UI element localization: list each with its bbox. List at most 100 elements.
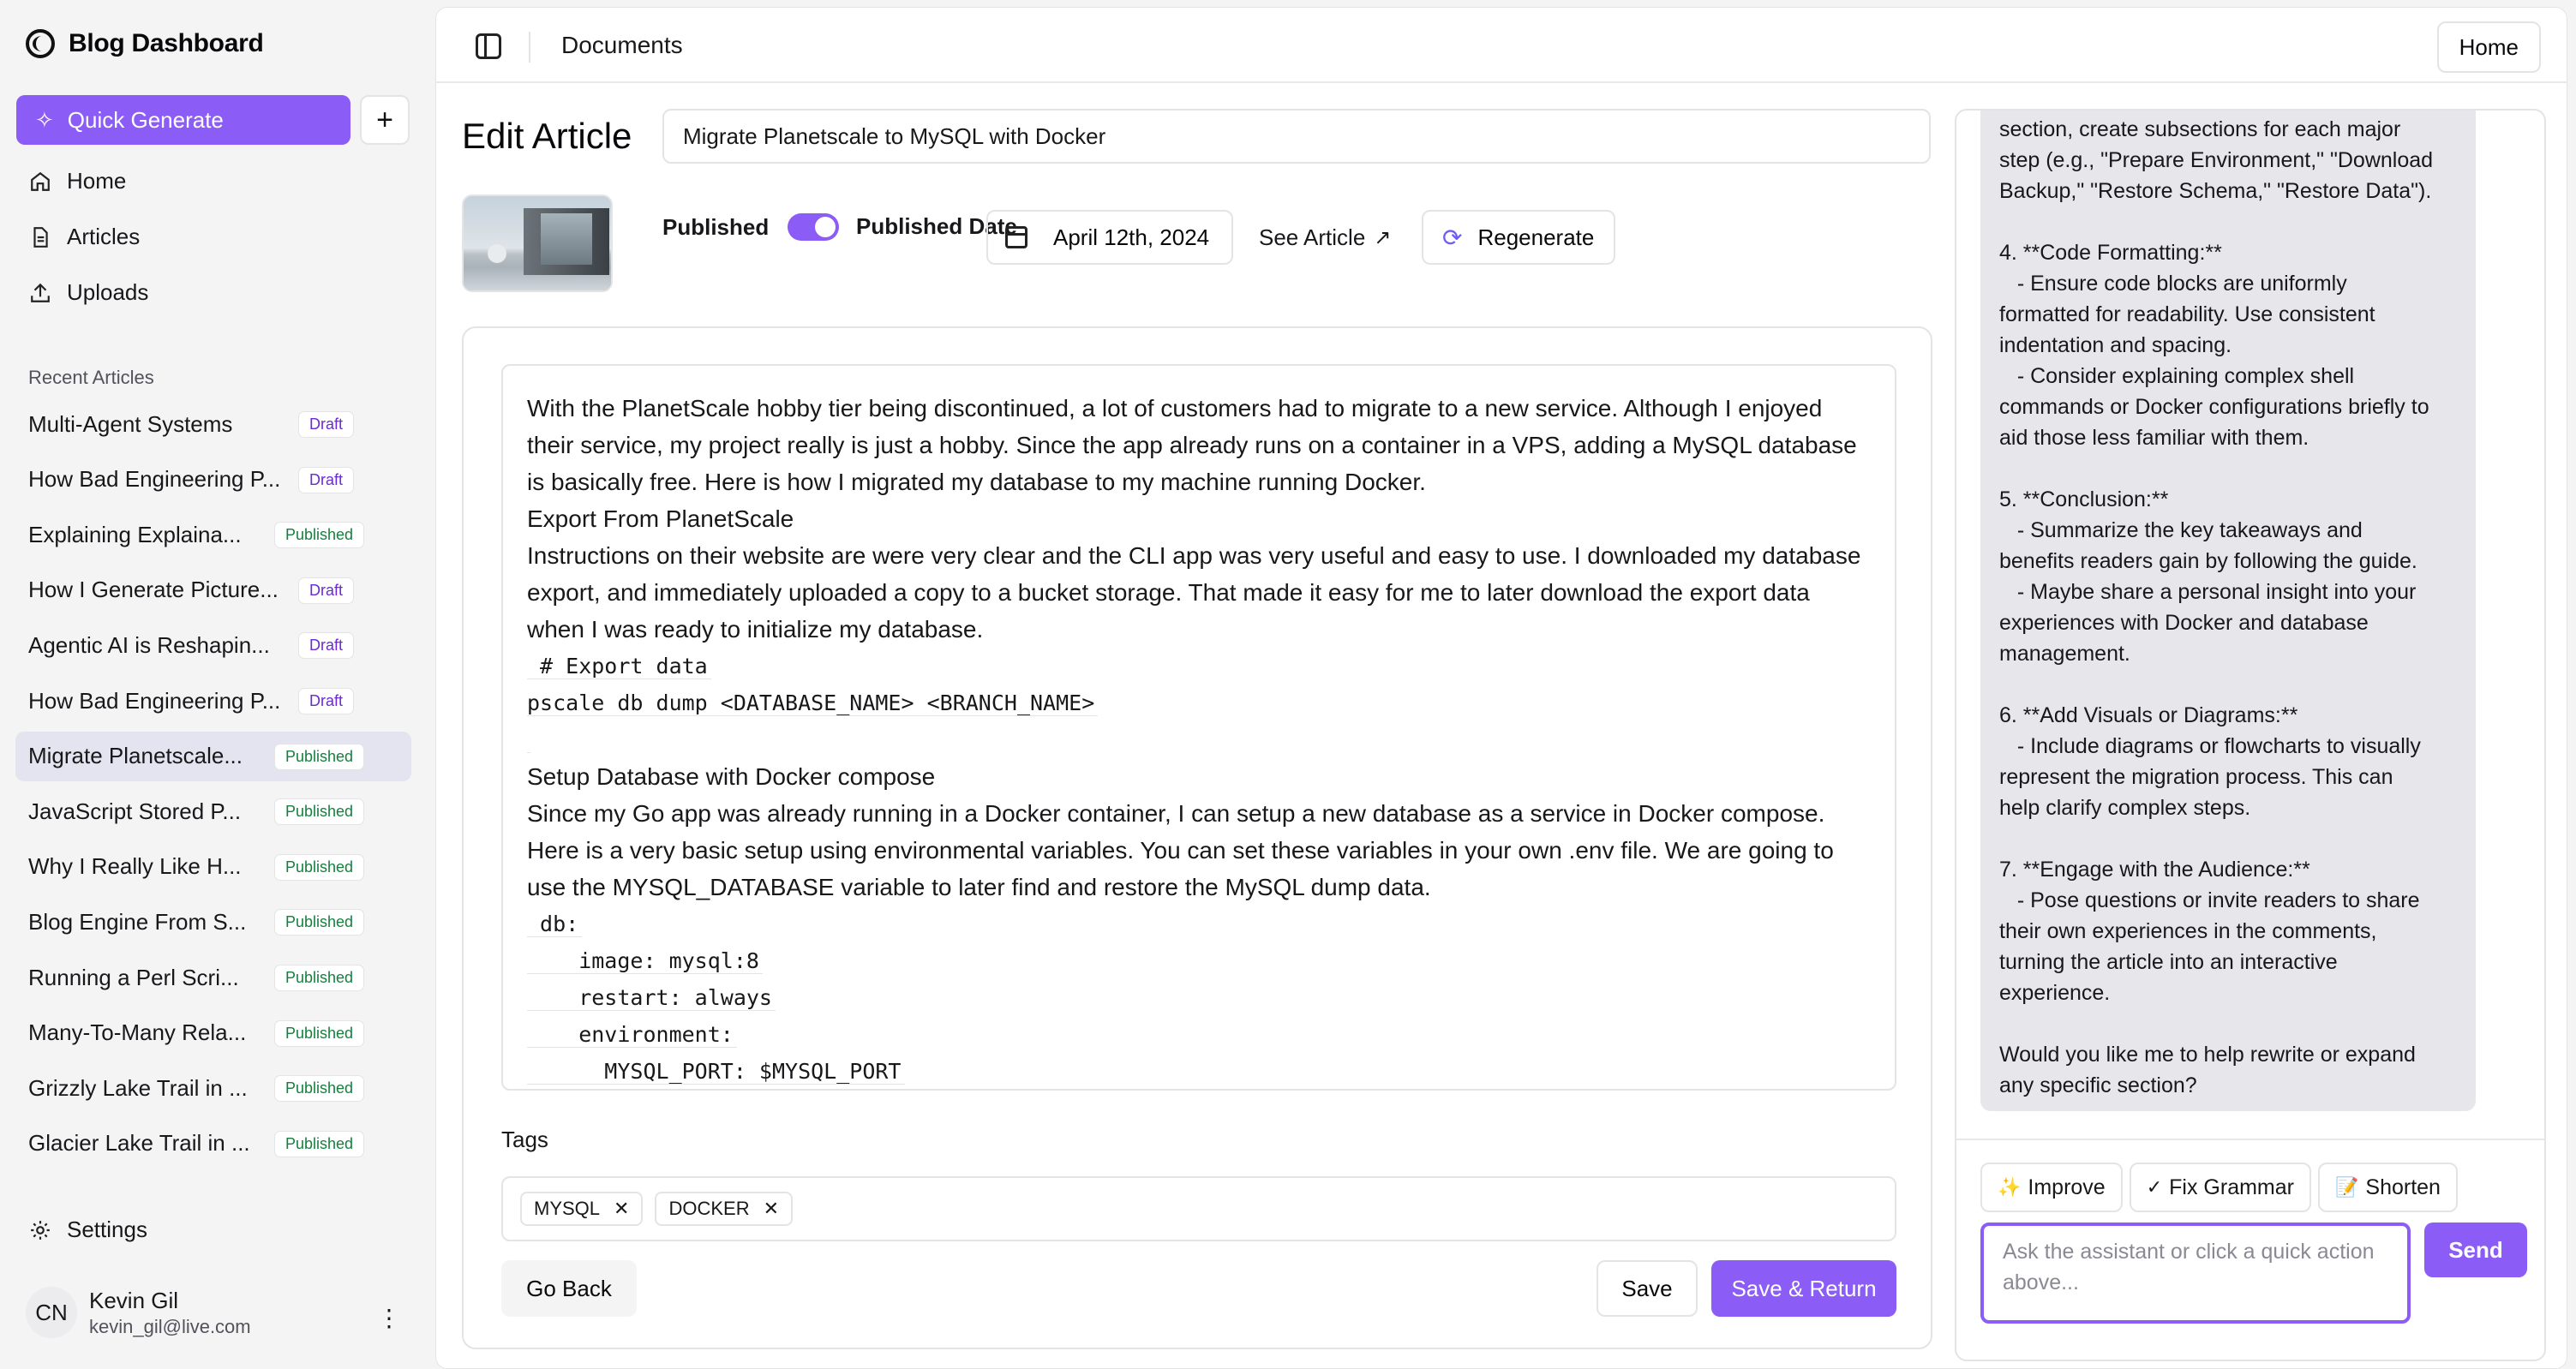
more-options-icon[interactable]: ⋮ xyxy=(377,1304,401,1332)
article-title-input[interactable]: Migrate Planetscale to MySQL with Docker xyxy=(662,109,1931,164)
remove-tag-icon[interactable]: ✕ xyxy=(764,1198,779,1220)
code-text: # Export data xyxy=(527,654,711,679)
sidebar-item-label: Articles xyxy=(67,224,141,249)
save-and-return-button[interactable]: Save & Return xyxy=(1711,1260,1896,1317)
regenerate-button[interactable]: ⟳ Regenerate xyxy=(1422,210,1615,265)
status-badge: Published xyxy=(274,1075,365,1103)
shorten-button[interactable]: 📝 Shorten xyxy=(2317,1163,2458,1212)
tag-chip: DOCKER ✕ xyxy=(655,1192,794,1226)
page-title: Documents xyxy=(561,32,683,58)
sidebar-article-item[interactable]: Migrate Planetscale... Published xyxy=(15,731,411,781)
date-picker-button[interactable]: April 12th, 2024 xyxy=(986,210,1233,265)
article-title: Multi-Agent Systems xyxy=(28,410,233,437)
gear-icon xyxy=(27,1217,53,1243)
assistant-input[interactable]: Ask the assistant or click a quick actio… xyxy=(1980,1223,2411,1324)
article-title: Blog Engine From S... xyxy=(28,908,247,935)
sidebar-article-item[interactable]: Why I Really Like H... Published xyxy=(15,842,411,892)
recent-articles-heading: Recent Articles xyxy=(28,367,154,388)
sidebar-article-item[interactable]: Grizzly Lake Trail in ... Published xyxy=(15,1063,411,1113)
sidebar: Blog Dashboard ✧ Quick Generate + Home A… xyxy=(0,0,435,1369)
quick-generate-label: Quick Generate xyxy=(67,106,224,133)
user-profile[interactable]: CN Kevin Gil kevin_gil@live.com xyxy=(26,1287,251,1338)
article-title: Grizzly Lake Trail in ... xyxy=(28,1074,248,1101)
code-text: image: mysql:8 xyxy=(527,948,763,974)
published-toggle[interactable] xyxy=(788,213,840,241)
assistant-panel: section, create subsections for each maj… xyxy=(1955,109,2546,1361)
code-line: MYSQL_PORT: $MYSQL_PORT xyxy=(527,1053,1871,1089)
go-back-button[interactable]: Go Back xyxy=(501,1260,637,1317)
code-line xyxy=(527,721,1871,758)
article-title: Migrate Planetscale... xyxy=(28,743,243,769)
paragraph: With the PlanetScale hobby tier being di… xyxy=(527,395,1857,495)
status-badge: Published xyxy=(274,965,365,991)
file-icon xyxy=(27,224,53,250)
article-title: Running a Perl Scri... xyxy=(28,964,239,990)
code-line: restart: always xyxy=(527,979,1871,1016)
improve-button[interactable]: ✨ Improve xyxy=(1980,1163,2123,1212)
code-line: environment: xyxy=(527,1016,1871,1053)
published-toggle-group: Published xyxy=(662,213,840,241)
code-text: pscale db dump <DATABASE_NAME> <BRANCH_N… xyxy=(527,690,1099,716)
sidebar-article-item[interactable]: How Bad Engineering P... Draft xyxy=(15,455,411,505)
see-article-link[interactable]: See Article ↗ xyxy=(1259,224,1391,251)
sidebar-article-item[interactable]: Multi-Agent Systems Draft xyxy=(15,399,411,449)
code-block: db: image: mysql:8 restart: always envir… xyxy=(527,906,1871,1089)
upload-icon xyxy=(27,280,53,306)
article-title: How Bad Engineering P... xyxy=(28,687,281,714)
sidebar-article-item[interactable]: JavaScript Stored P... Published xyxy=(15,786,411,836)
quick-action-label: Improve xyxy=(2028,1175,2106,1199)
brand[interactable]: Blog Dashboard xyxy=(26,29,264,58)
send-button[interactable]: Send xyxy=(2424,1223,2527,1277)
status-badge: Published xyxy=(274,798,365,826)
sidebar-article-item[interactable]: How Bad Engineering P... Draft xyxy=(15,676,411,726)
code-text: restart: always xyxy=(527,985,776,1011)
status-badge: Published xyxy=(274,1130,365,1157)
divider xyxy=(529,32,530,63)
divider xyxy=(1956,1139,2544,1140)
home-button[interactable]: Home xyxy=(2436,21,2541,73)
sidebar-article-item[interactable]: Blog Engine From S... Published xyxy=(15,897,411,947)
fix-grammar-button[interactable]: ✓ Fix Grammar xyxy=(2129,1163,2311,1212)
sidebar-item-articles[interactable]: Articles xyxy=(27,224,140,250)
code-line: pscale db dump <DATABASE_NAME> <BRANCH_N… xyxy=(527,684,1871,721)
tags-input[interactable]: MYSQL ✕ DOCKER ✕ xyxy=(501,1176,1896,1241)
date-value: April 12th, 2024 xyxy=(1053,224,1210,250)
sidebar-article-item[interactable]: Explaining Explaina... Published xyxy=(15,510,411,559)
article-title: Why I Really Like H... xyxy=(28,853,242,880)
paragraph: Instructions on their website are were v… xyxy=(527,542,1861,643)
tag-chip: MYSQL ✕ xyxy=(520,1192,644,1226)
main-panel: Documents Home Edit Article Migrate Plan… xyxy=(435,7,2567,1369)
article-title: How Bad Engineering P... xyxy=(28,466,281,493)
sidebar-item-uploads[interactable]: Uploads xyxy=(27,279,148,306)
sidebar-toggle-icon[interactable] xyxy=(476,33,501,59)
logo-icon xyxy=(26,29,55,58)
new-article-button[interactable]: + xyxy=(360,95,410,145)
user-email: kevin_gil@live.com xyxy=(89,1315,251,1337)
status-badge: Draft xyxy=(298,632,355,660)
sidebar-article-item[interactable]: How I Generate Picture... Draft xyxy=(15,565,411,615)
article-thumbnail[interactable] xyxy=(462,194,613,292)
code-line: # Export data xyxy=(527,648,1871,684)
article-title: How I Generate Picture... xyxy=(28,577,279,603)
code-text: MYSQL_PORT: $MYSQL_PORT xyxy=(527,1059,905,1085)
sidebar-article-item[interactable]: Running a Perl Scri... Published xyxy=(15,953,411,1002)
sidebar-item-label: Uploads xyxy=(67,279,149,305)
article-title: Agentic AI is Reshapin... xyxy=(28,631,270,658)
sidebar-article-item[interactable]: Glacier Lake Trail in ... Published xyxy=(15,1119,411,1169)
status-badge: Published xyxy=(274,522,365,549)
save-button[interactable]: Save xyxy=(1597,1260,1698,1317)
sidebar-article-item[interactable]: Agentic AI is Reshapin... Draft xyxy=(15,620,411,670)
quick-generate-button[interactable]: ✧ Quick Generate xyxy=(16,95,350,145)
sidebar-item-home[interactable]: Home xyxy=(27,168,126,194)
code-line: db: xyxy=(527,906,1871,942)
article-content-editor[interactable]: With the PlanetScale hobby tier being di… xyxy=(501,364,1896,1091)
status-badge: Published xyxy=(274,909,365,936)
quick-action-icon: ✓ xyxy=(2146,1176,2163,1198)
topbar: Documents Home xyxy=(436,8,2567,83)
code-text xyxy=(527,727,530,753)
remove-tag-icon[interactable]: ✕ xyxy=(614,1198,629,1220)
sidebar-article-item[interactable]: Many-To-Many Rela... Published xyxy=(15,1008,411,1058)
status-badge: Draft xyxy=(298,466,355,493)
sidebar-item-settings[interactable]: Settings xyxy=(27,1217,147,1243)
tag-label: MYSQL xyxy=(534,1198,601,1219)
